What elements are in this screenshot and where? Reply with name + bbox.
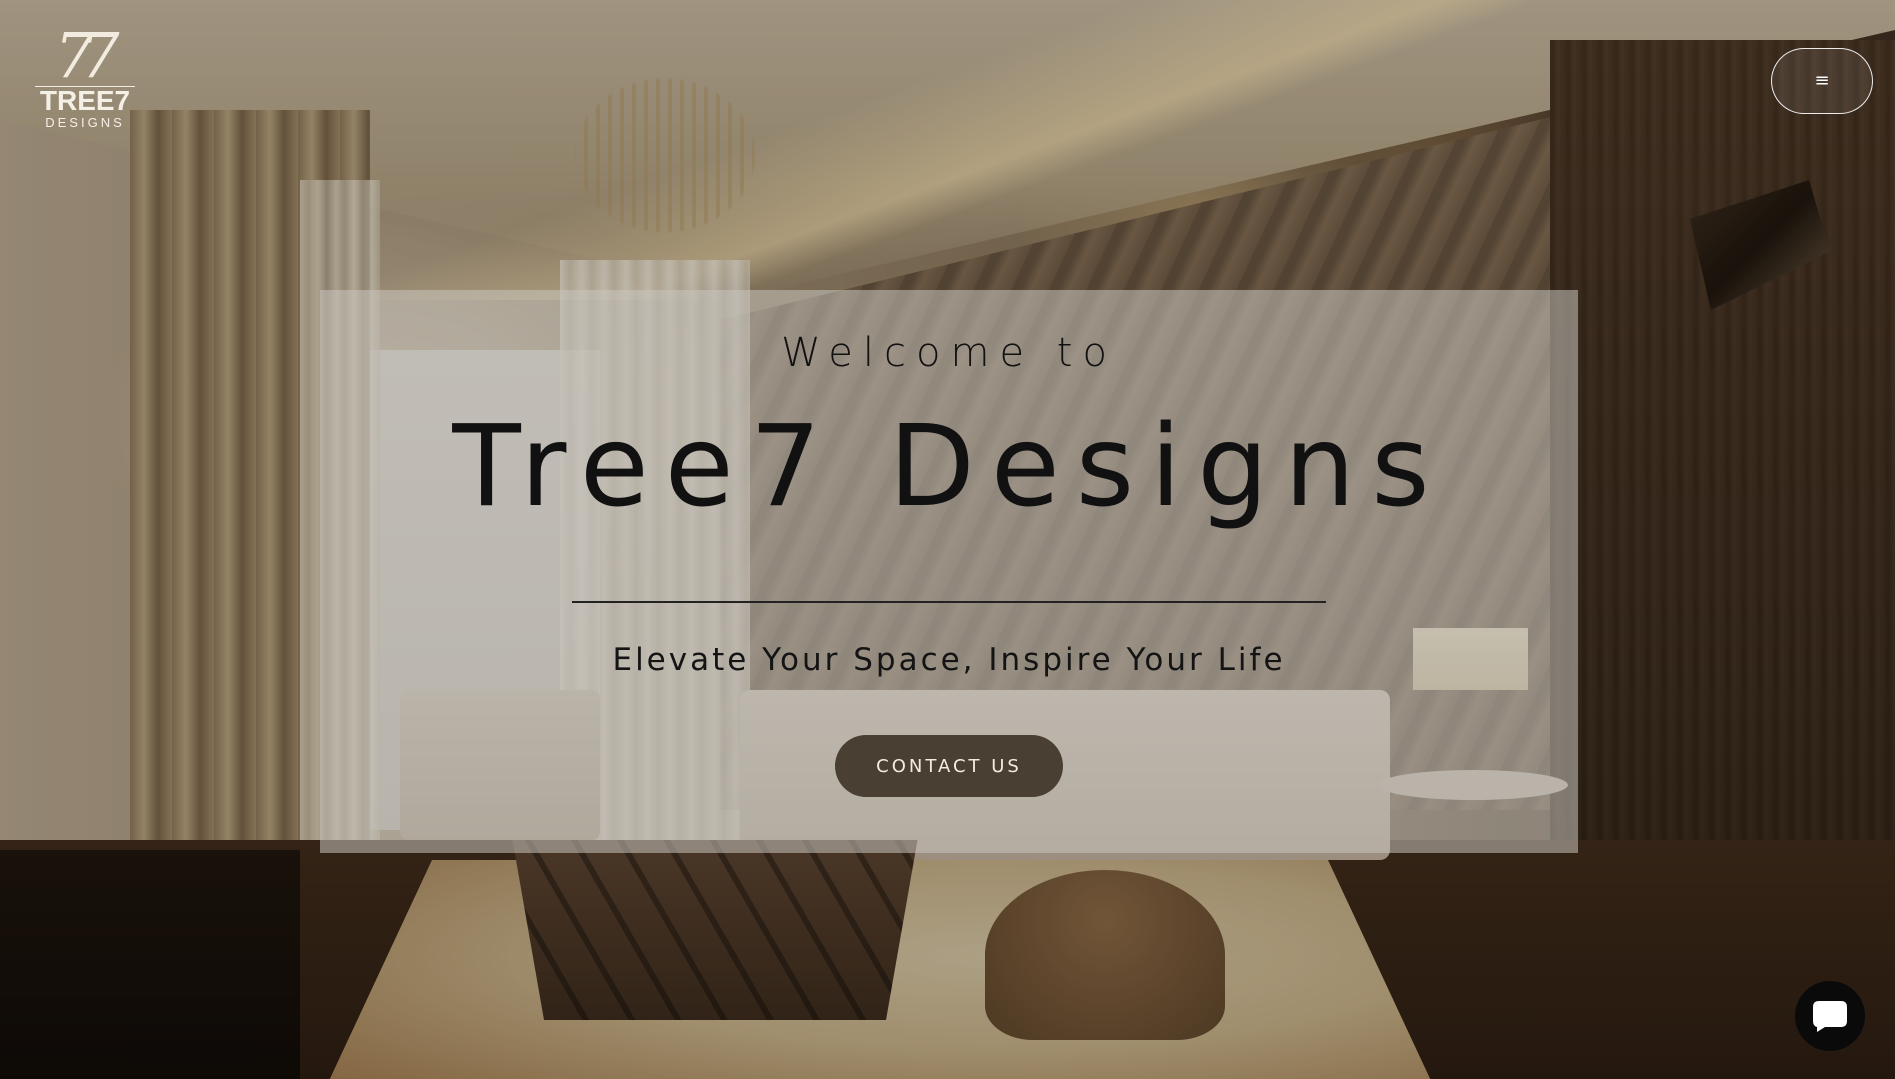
logo-name: TREE7	[39, 85, 131, 116]
hamburger-icon: ≡	[1814, 70, 1830, 91]
hero-title: Tree7 Designs	[452, 402, 1446, 532]
chat-widget-button[interactable]	[1795, 981, 1865, 1051]
logo-mark: 77	[54, 19, 120, 92]
hero-section: 77 TREE7 DESIGNS ≡ Welcome to Tree7 Desi…	[0, 0, 1895, 1079]
contact-us-button[interactable]: CONTACT US	[835, 735, 1063, 797]
hero-tagline: Elevate Your Space, Inspire Your Life	[612, 642, 1286, 678]
title-divider	[572, 601, 1326, 603]
menu-button[interactable]: ≡	[1771, 48, 1873, 114]
logo-subtitle: DESIGNS	[45, 115, 125, 130]
chat-bubble-icon	[1813, 1001, 1847, 1032]
welcome-text: Welcome to	[781, 330, 1117, 376]
hero-panel: Welcome to Tree7 Designs Elevate Your Sp…	[320, 290, 1578, 853]
site-logo[interactable]: 77 TREE7 DESIGNS	[30, 19, 140, 138]
